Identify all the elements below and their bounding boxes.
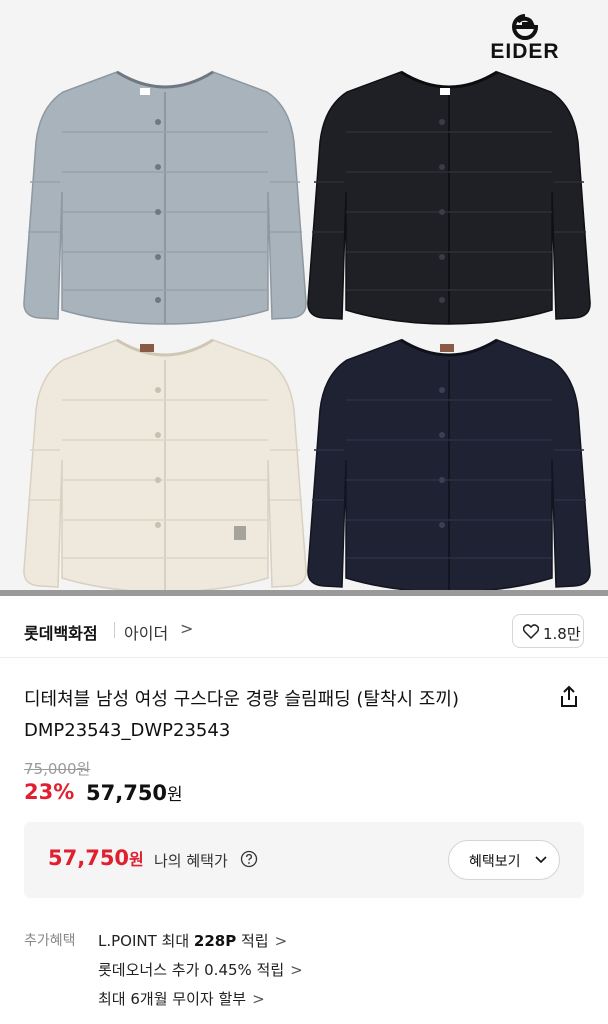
extra-benefit-points: 228P [193,932,237,950]
jacket-image-navy [307,338,591,592]
chevron-right-icon: > [290,961,303,979]
chevron-right-icon: > [252,990,265,1008]
brand-logo: EIDER [470,14,580,64]
store-name[interactable]: 롯데백화점 [24,620,98,644]
extra-benefits-label: 추가혜택 [24,933,76,949]
benefit-price-value: 57,750 [48,846,130,870]
extra-benefit-suffix: 적립 [236,932,269,950]
extra-benefit-item-installment[interactable]: 최대 6개월 무이자 할부 > [98,988,265,1009]
jacket-image-black [307,70,591,325]
sale-price: 57,750원 [86,780,183,805]
view-benefits-button[interactable]: 혜택보기 [448,840,560,880]
benefit-price: 57,750원 [48,846,144,870]
original-price: 75,000원 [24,760,91,778]
product-image-carousel[interactable]: EIDER [0,0,608,596]
product-code: DMP23543_DWP23543 [24,720,231,741]
extra-benefit-text: L.POINT 최대 [98,932,194,950]
sale-price-value: 57,750 [86,781,168,805]
logo-text: EIDER [490,40,560,63]
like-count: 1.8만 [543,625,581,643]
divider [114,622,115,638]
view-benefits-label: 혜택보기 [469,854,521,870]
extra-benefit-text: 롯데오너스 추가 0.45% 적립 [98,961,285,979]
jacket-image-ivory [23,338,307,592]
brand-link[interactable]: 아이더 [124,620,168,644]
like-button[interactable]: 1.8만 [512,614,584,648]
jacket-image-lightblue [23,70,307,325]
image-progress-bar [0,590,608,596]
heart-icon [523,624,539,639]
product-title: 디테쳐블 남성 여성 구스다운 경량 슬림패딩 (탈착시 조끼) DMP2354… [24,684,554,746]
extra-benefit-item-owners[interactable]: 롯데오너스 추가 0.45% 적립 > [98,959,303,980]
eider-logo-icon [512,14,539,40]
seller-row: 롯데백화점 아이더 > 1.8만 [0,602,608,658]
benefit-label: 나의 혜택가 [154,852,228,870]
chevron-down-icon [535,856,547,864]
benefit-price-unit: 원 [129,850,144,869]
extra-benefit-text: 최대 6개월 무이자 할부 [98,990,247,1008]
extra-benefit-item-lpoint[interactable]: L.POINT 최대 228P 적립 > [98,930,287,951]
product-title-line1: 디테쳐블 남성 여성 구스다운 경량 슬림패딩 (탈착시 조끼) [24,689,459,710]
discount-rate: 23% [24,780,75,804]
question-icon[interactable] [240,850,258,868]
chevron-right-icon[interactable]: > [180,619,193,638]
chevron-right-icon: > [274,932,288,950]
share-icon[interactable] [556,684,582,710]
benefit-price-box: 57,750원 나의 혜택가 혜택보기 [24,822,584,898]
sale-price-unit: 원 [167,785,183,805]
